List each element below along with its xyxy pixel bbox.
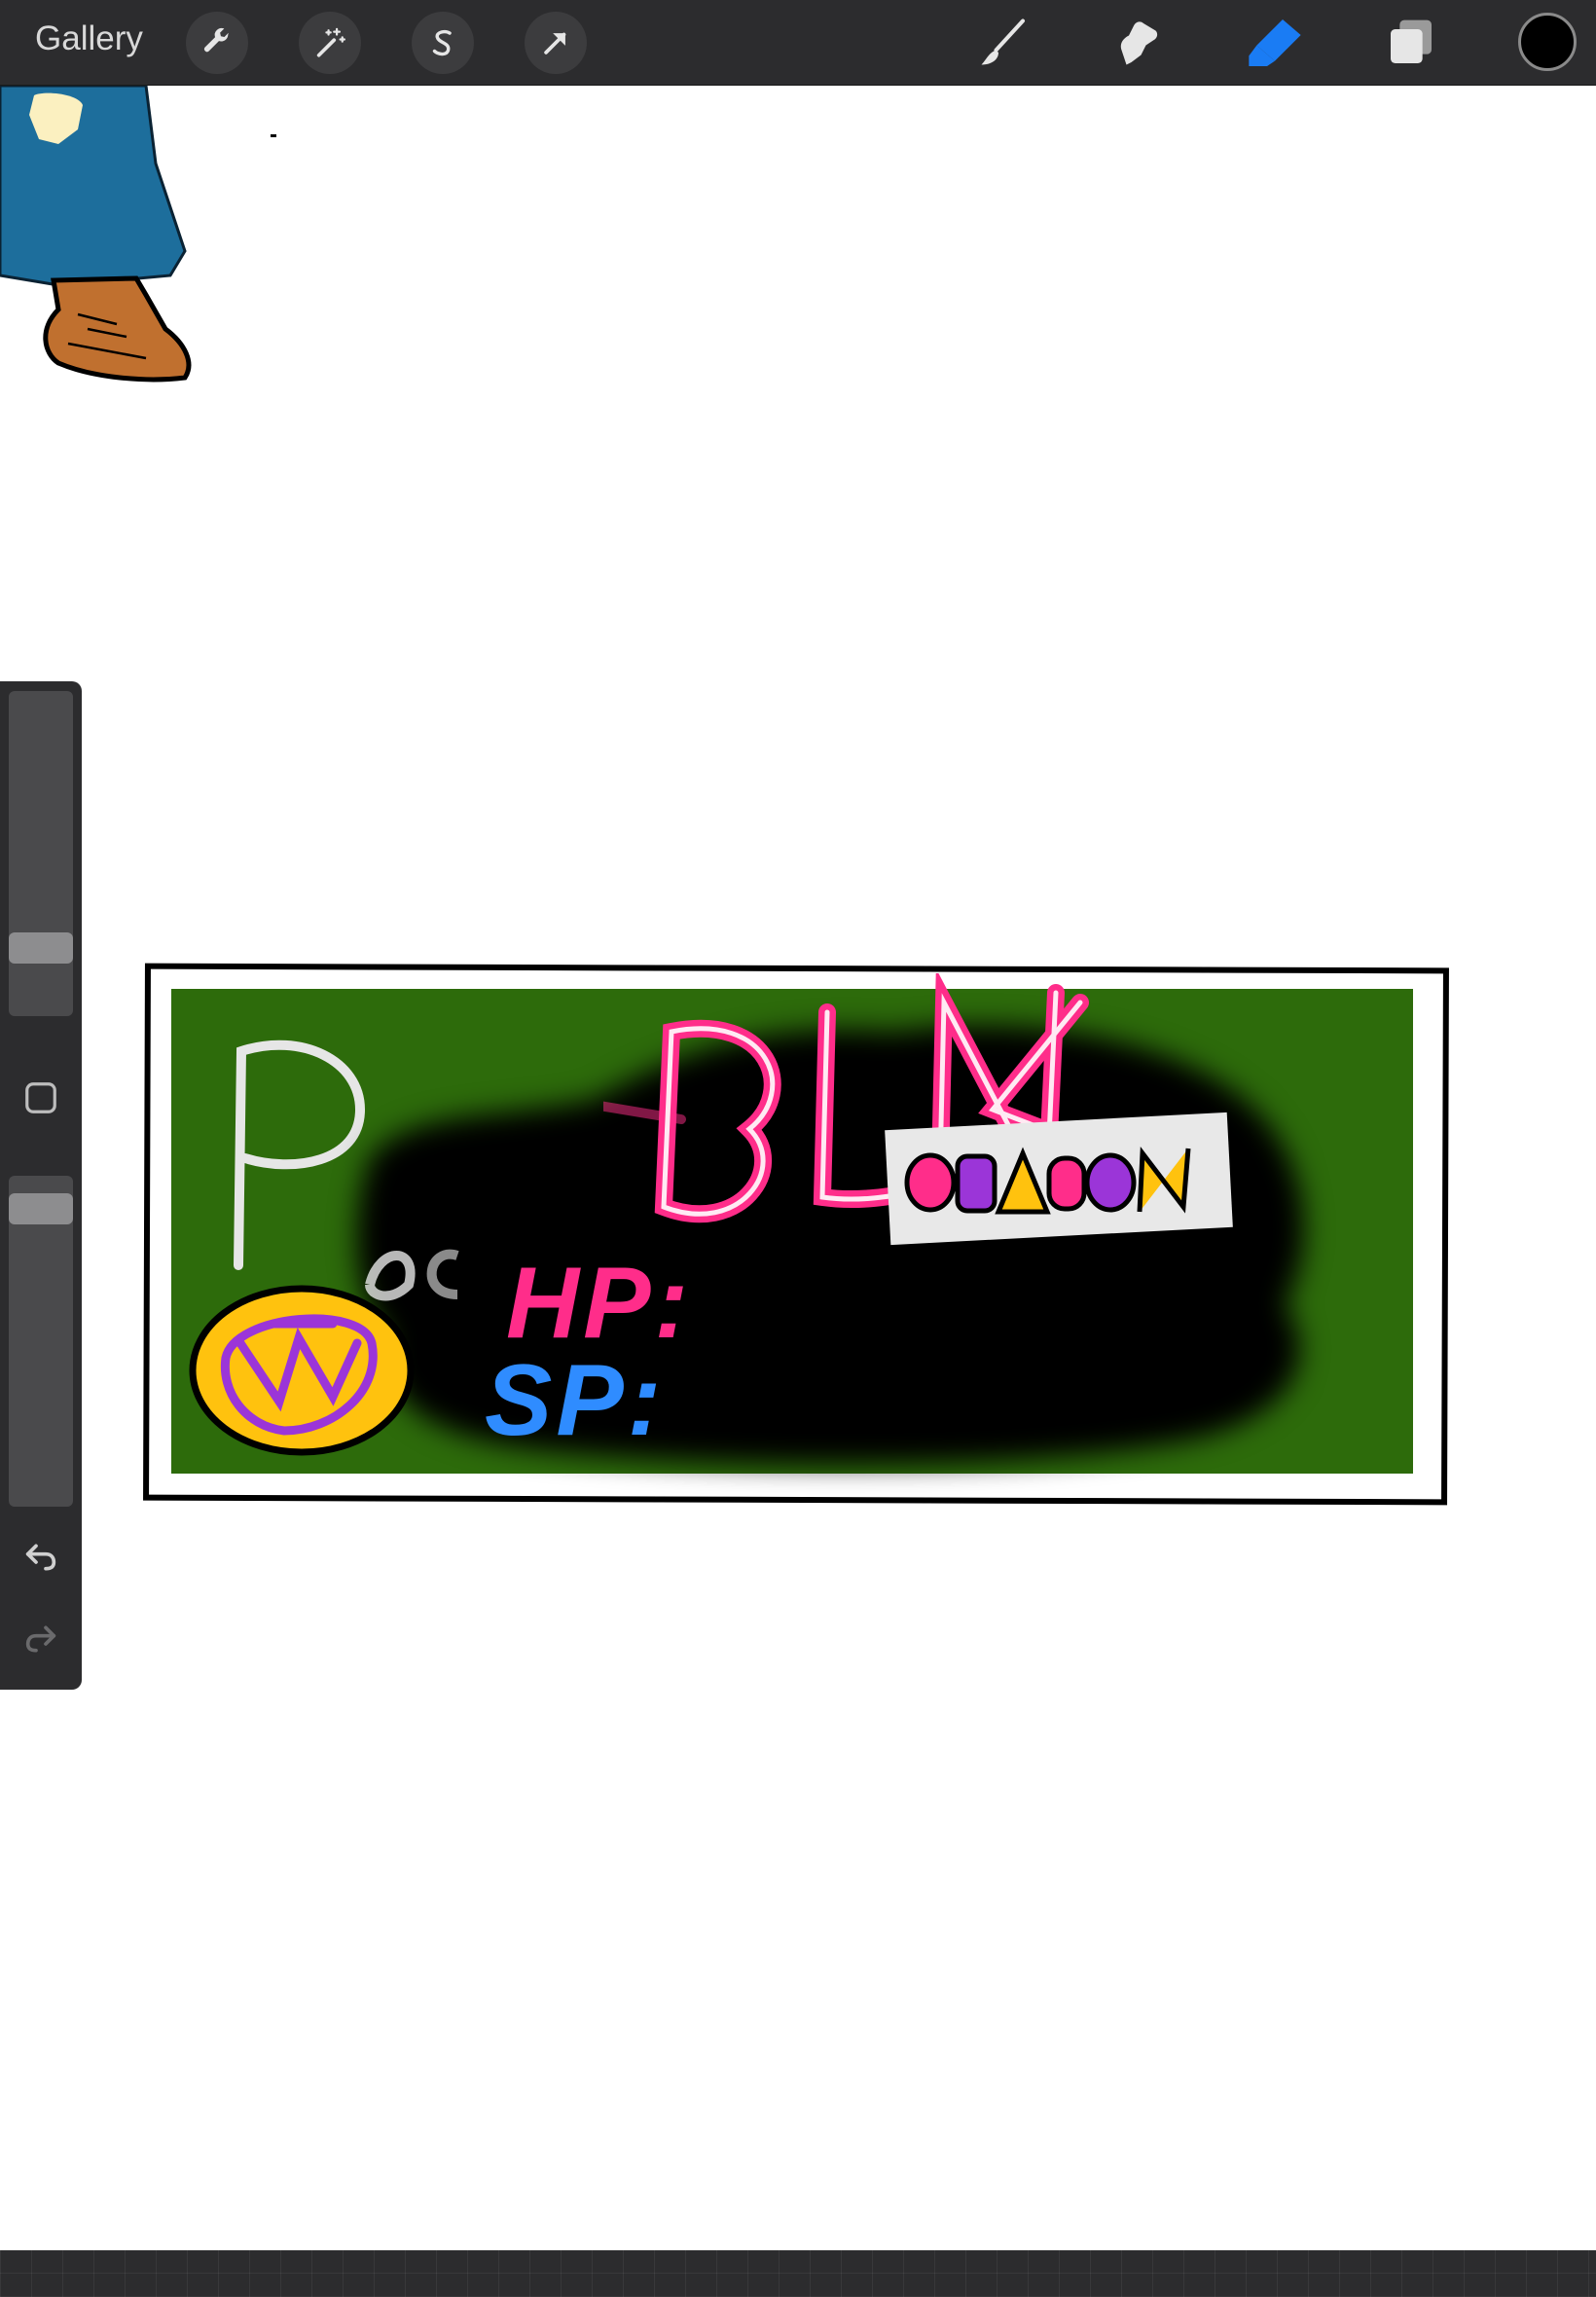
yellow-emblem-drawing (189, 1285, 415, 1456)
smudge-tool[interactable] (1107, 12, 1170, 74)
layers-tool[interactable] (1380, 12, 1442, 74)
modify-button[interactable] (18, 1075, 64, 1121)
stray-dot (271, 134, 276, 137)
brush-icon (981, 18, 1025, 65)
eraser-icon (1249, 19, 1301, 66)
gallery-button[interactable]: Gallery (35, 19, 143, 58)
selection-button[interactable] (412, 12, 474, 74)
brush-opacity-slider[interactable] (9, 1176, 73, 1507)
undo-button[interactable] (18, 1534, 64, 1581)
adjustments-button[interactable] (299, 12, 361, 74)
modify-square-icon (25, 1082, 56, 1113)
redo-icon (25, 1625, 56, 1653)
brush-tool[interactable] (972, 12, 1034, 74)
brush-size-thumb[interactable] (9, 931, 73, 964)
smudge-icon (1120, 21, 1158, 65)
left-sidebar (0, 681, 82, 1690)
brush-opacity-thumb[interactable] (9, 1193, 73, 1225)
sp-label: SP: (485, 1344, 666, 1457)
layers-icon (1391, 19, 1432, 63)
eraser-tool[interactable] (1244, 12, 1306, 74)
redo-button[interactable] (18, 1616, 64, 1662)
transform-button[interactable] (525, 12, 587, 74)
brush-size-slider[interactable] (9, 691, 73, 1016)
season-lettering (904, 1147, 1191, 1215)
actions-button[interactable] (186, 12, 248, 74)
color-swatch[interactable] (1518, 13, 1577, 71)
wrench-icon (203, 27, 229, 53)
magic-wand-icon (316, 27, 346, 57)
character-leg-drawing (0, 86, 192, 383)
bottom-dock (0, 2250, 1596, 2297)
transform-arrow-icon (544, 32, 566, 55)
undo-icon (25, 1544, 56, 1571)
top-toolbar: Gallery (0, 0, 1596, 86)
selection-s-icon (432, 29, 452, 56)
